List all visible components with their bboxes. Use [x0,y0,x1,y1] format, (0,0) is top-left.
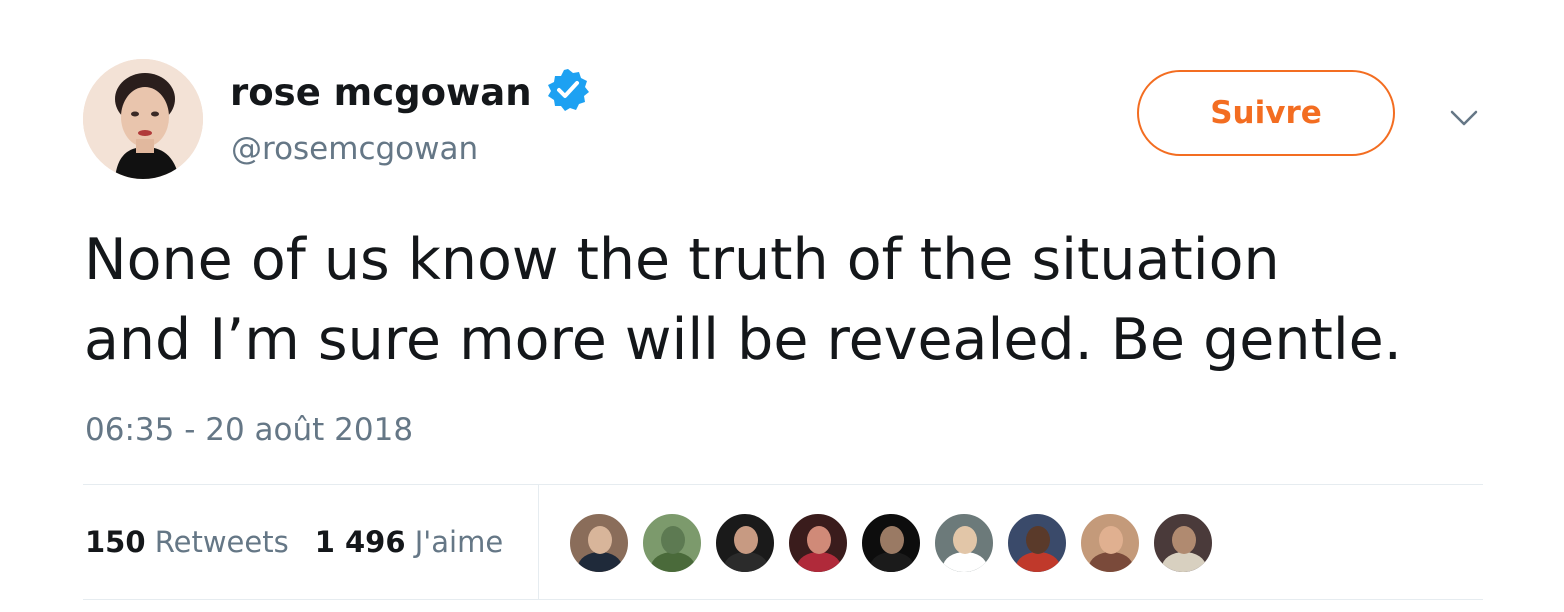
liker-avatar-face [1172,526,1196,554]
display-name[interactable]: rose mcgowan [230,68,532,118]
retweets-label: Retweets [154,525,289,559]
liker-avatar-face [661,526,685,554]
liker-avatar-body [870,552,914,572]
liker-avatar[interactable] [860,512,922,574]
liker-avatar[interactable] [568,512,630,574]
tweet-text-line: None of us know the truth of the situati… [84,227,1280,293]
liker-avatar[interactable] [1152,512,1214,574]
liker-avatar[interactable] [1006,512,1068,574]
liker-avatar-body [578,552,622,572]
liker-avatar-face [880,526,904,554]
profile-avatar[interactable] [83,59,203,179]
liker-avatar[interactable] [714,512,776,574]
tweet-stats: 150 Retweets 1 496 J'aime [85,522,503,562]
liker-avatar-body [1162,552,1206,572]
tweet-timestamp[interactable]: 06:35 - 20 août 2018 [85,410,413,450]
tweet-text: None of us know the truth of the situati… [84,220,1504,380]
liker-avatar-face [1099,526,1123,554]
likes-label: J'aime [414,525,504,559]
divider [83,484,1483,485]
user-handle[interactable]: @rosemcgowan [231,129,478,169]
liker-avatar-face [1026,526,1050,554]
liker-avatar-body [797,552,841,572]
avatar-portrait [83,59,203,179]
retweets-count: 150 [85,525,146,559]
liker-avatar-body [1089,552,1133,572]
verified-badge-icon [548,69,589,111]
liker-avatar-face [807,526,831,554]
liker-avatar-body [943,552,987,572]
liker-avatar-body [724,552,768,572]
retweets-stat[interactable]: 150 Retweets [85,522,289,562]
divider [83,599,1483,600]
stats-divider [538,485,539,599]
liker-avatar[interactable] [933,512,995,574]
liker-avatar-body [1016,552,1060,572]
liker-avatar[interactable] [1079,512,1141,574]
liker-avatar-body [651,552,695,572]
liker-avatars [568,512,1225,574]
liker-avatar-face [953,526,977,554]
likes-count: 1 496 [314,525,406,559]
liker-avatar[interactable] [787,512,849,574]
liker-avatar[interactable] [641,512,703,574]
chevron-down-icon[interactable] [1448,106,1480,130]
likes-stat[interactable]: 1 496 J'aime [315,522,503,562]
follow-button[interactable]: Suivre [1137,70,1395,156]
tweet-text-line: and I’m sure more will be revealed. Be g… [84,307,1402,373]
liker-avatar-face [588,526,612,554]
liker-avatar-face [734,526,758,554]
